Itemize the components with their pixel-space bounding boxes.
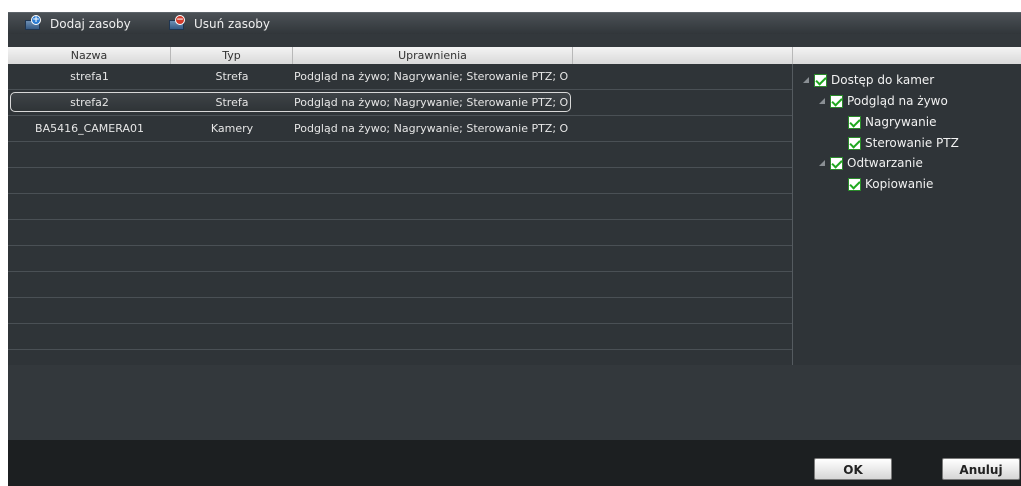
table-row[interactable]: strefa2 Strefa Podgląd na żywo; Nagrywanie…	[8, 90, 792, 116]
remove-resource-icon: −	[168, 14, 186, 31]
cell-type: Strefa	[215, 70, 249, 83]
table-row[interactable]	[8, 272, 792, 298]
table-row[interactable]: strefa1 Strefa Podgląd na żywo; Nagrywanie…	[8, 64, 792, 90]
cell-permissions: Podgląd na żywo; Nagrywanie; Sterowanie …	[294, 122, 569, 135]
cell-permissions: Podgląd na żywo; Nagrywanie; Sterowanie …	[294, 96, 569, 109]
tree-node-camera-access[interactable]: Dostęp do kamer	[803, 73, 934, 87]
cell-name: strefa2	[70, 96, 109, 109]
cancel-button[interactable]: Anuluj	[942, 458, 1020, 480]
remove-resources-label: Usuń zasoby	[194, 16, 271, 31]
expand-icon[interactable]	[819, 97, 827, 105]
cell-type: Strefa	[215, 96, 249, 109]
expand-icon[interactable]	[803, 76, 811, 84]
main-panel: Nazwa Typ Uprawnienia strefa1 Strefa Podgl…	[8, 34, 1021, 440]
tree-node-ptz[interactable]: Sterowanie PTZ	[848, 136, 959, 150]
column-header-empty	[573, 47, 793, 64]
tree-label-live-view: Podgląd na żywo	[847, 94, 948, 108]
table-row[interactable]: BA5416_CAMERA01 Kamery Podgląd na żywo; Na…	[8, 116, 792, 142]
checkbox-checked-icon[interactable]	[830, 156, 843, 170]
tree-header	[793, 47, 1021, 64]
table-row[interactable]	[8, 194, 792, 220]
dialog-footer: OK Anuluj	[8, 440, 1021, 486]
column-header-type[interactable]: Typ	[171, 47, 293, 64]
tree-label-camera-access: Dostęp do kamer	[831, 73, 935, 87]
ok-button[interactable]: OK	[814, 458, 892, 480]
tree-label-ptz: Sterowanie PTZ	[865, 136, 959, 150]
column-header-permissions[interactable]: Uprawnienia	[293, 47, 573, 64]
toolbar: + Dodaj zasoby − Usuń zasoby	[8, 12, 1021, 34]
tree-label-playback: Odtwarzanie	[847, 156, 923, 170]
table-row[interactable]	[8, 246, 792, 272]
tree-label-copy: Kopiowanie	[865, 177, 934, 191]
cell-name: BA5416_CAMERA01	[35, 122, 144, 135]
tree-label-recording: Nagrywanie	[865, 115, 937, 129]
tree-node-playback[interactable]: Odtwarzanie	[819, 156, 923, 170]
remove-resources-button[interactable]: − Usuń zasoby	[168, 13, 270, 34]
checkbox-checked-icon[interactable]	[814, 73, 827, 87]
cell-type: Kamery	[210, 122, 254, 135]
checkbox-checked-icon[interactable]	[848, 115, 861, 129]
resources-table: Nazwa Typ Uprawnienia strefa1 Strefa Podgl…	[8, 47, 793, 365]
table-row[interactable]	[8, 168, 792, 194]
cell-permissions: Podgląd na żywo; Nagrywanie; Sterowanie …	[294, 70, 569, 83]
add-resources-label: Dodaj zasoby	[50, 16, 131, 31]
tree-node-recording[interactable]: Nagrywanie	[848, 115, 936, 129]
checkbox-checked-icon[interactable]	[830, 94, 843, 108]
add-resources-button[interactable]: + Dodaj zasoby	[24, 13, 131, 34]
tree-node-live-view[interactable]: Podgląd na żywo	[819, 94, 948, 108]
table-row[interactable]	[8, 324, 792, 350]
checkbox-checked-icon[interactable]	[848, 177, 861, 191]
add-resource-icon: +	[24, 14, 42, 31]
checkbox-checked-icon[interactable]	[848, 136, 861, 150]
column-header-name[interactable]: Nazwa	[8, 47, 171, 64]
permissions-tree-panel: Dostęp do kamer Podgląd na żywo Nagrywan…	[793, 47, 1021, 365]
cell-name: strefa1	[70, 70, 109, 83]
table-row[interactable]	[8, 142, 792, 168]
table-header: Nazwa Typ Uprawnienia	[8, 47, 793, 64]
table-row[interactable]	[8, 298, 792, 324]
expand-icon[interactable]	[819, 159, 827, 167]
table-row[interactable]	[8, 220, 792, 246]
tree-node-copy[interactable]: Kopiowanie	[848, 177, 933, 191]
